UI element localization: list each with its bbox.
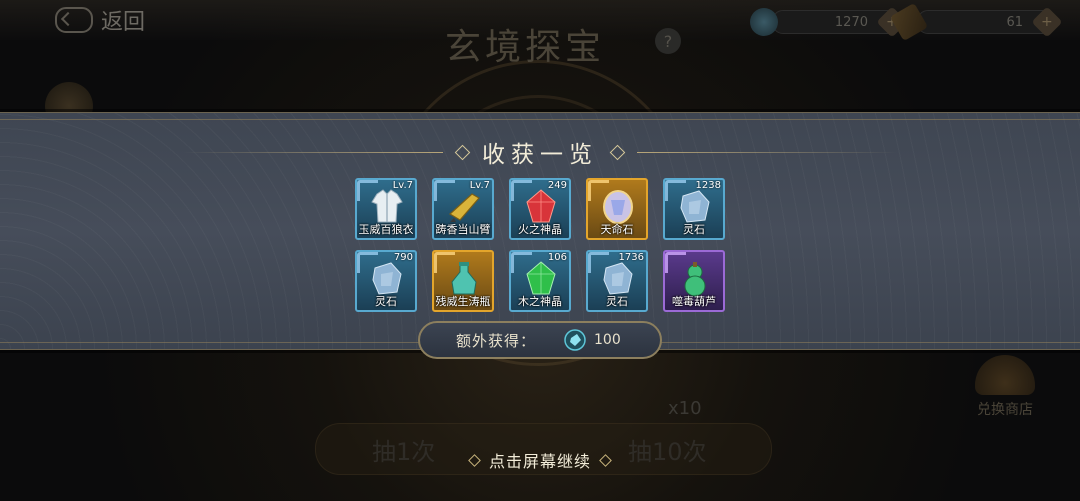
reward-item[interactable]: 249 火之神晶 <box>509 178 571 240</box>
item-badge: 790 <box>393 252 413 263</box>
tap-to-continue[interactable]: 点击屏幕继续 <box>0 448 1080 472</box>
continue-diamond-icon <box>599 453 612 467</box>
item-name: 玉威百狼衣 <box>358 223 414 236</box>
title-ornament-line <box>637 151 897 153</box>
item-name: 灵石 <box>683 223 705 236</box>
item-badge: Lv.7 <box>469 180 490 191</box>
shop-label: 兑换商店 <box>977 402 1033 418</box>
extra-reward-label: 额外获得： <box>456 331 537 350</box>
continue-diamond-icon <box>468 453 481 467</box>
spirit-stone-icon <box>750 8 778 36</box>
multiplier-label: x10 <box>668 398 702 419</box>
continue-label: 点击屏幕继续 <box>488 452 591 471</box>
item-badge: 249 <box>547 180 567 191</box>
item-name: 残威生涛瓶 <box>435 295 491 308</box>
item-badge: Lv.7 <box>392 180 413 191</box>
item-name: 噬毒葫芦 <box>672 295 716 308</box>
reward-item[interactable]: Lv.7 玉威百狼衣 <box>355 178 417 240</box>
resource-spirit-stone: 1270 + <box>750 6 908 38</box>
spirit-gem-icon <box>564 329 586 351</box>
extra-reward-bar: 额外获得： 100 <box>418 321 662 359</box>
resource-scroll: 61 + <box>889 2 1063 42</box>
item-name: 木之神晶 <box>518 295 562 308</box>
reward-item[interactable]: 噬毒葫芦 <box>663 250 725 312</box>
rewards-title-bar: 收获一览 <box>0 135 1080 169</box>
reward-item[interactable]: 1736 灵石 <box>586 250 648 312</box>
item-badge: 106 <box>547 252 567 263</box>
page-title: 玄境探宝 <box>445 27 606 68</box>
back-label: 返回 <box>101 10 146 35</box>
title-ornament-line <box>183 151 443 153</box>
exchange-shop-button[interactable]: 兑换商店 <box>965 355 1045 419</box>
help-icon[interactable]: ? <box>655 28 681 54</box>
reward-item[interactable]: 残威生涛瓶 <box>432 250 494 312</box>
extra-reward-value: 100 <box>594 332 621 348</box>
reward-item[interactable]: Lv.7 踌香当山臂 <box>432 178 494 240</box>
shop-icon <box>975 355 1035 395</box>
item-name: 灵石 <box>375 295 397 308</box>
reward-item[interactable]: 1238 灵石 <box>663 178 725 240</box>
rewards-title: 收获一览 <box>482 142 598 168</box>
item-name: 踌香当山臂 <box>435 223 491 236</box>
item-name: 火之神晶 <box>518 223 562 236</box>
reward-item[interactable]: 790 灵石 <box>355 250 417 312</box>
back-button[interactable]: 返回 <box>55 5 145 35</box>
item-name: 灵石 <box>606 295 628 308</box>
title-ornament-diamond <box>454 144 471 160</box>
item-badge: 1238 <box>695 180 721 191</box>
back-arrow-icon <box>55 7 93 33</box>
item-badge: 1736 <box>618 252 644 263</box>
reward-item[interactable]: 天命石 <box>586 178 648 240</box>
item-name: 天命石 <box>600 223 634 236</box>
title-ornament-diamond <box>609 144 626 160</box>
reward-item[interactable]: 106 木之神晶 <box>509 250 571 312</box>
